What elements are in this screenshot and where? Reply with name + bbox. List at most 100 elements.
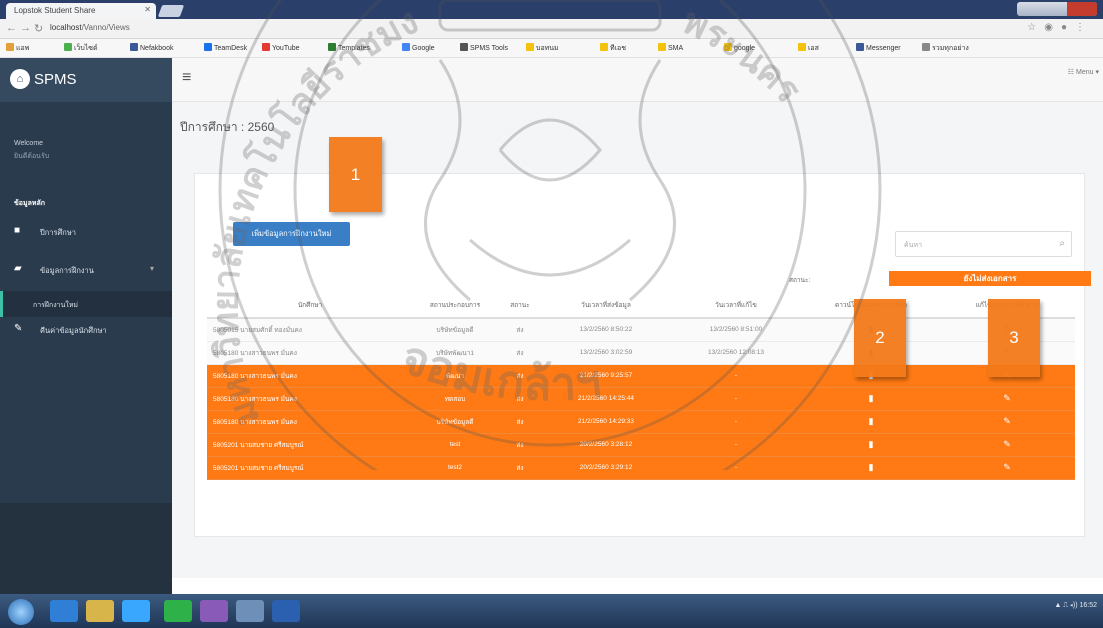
- url-field[interactable]: localhost/Vanno/Views: [50, 22, 940, 36]
- file-download-icon[interactable]: ▮: [869, 393, 874, 403]
- bookmark-item[interactable]: Messenger: [856, 43, 901, 52]
- start-button[interactable]: [8, 599, 34, 625]
- company-link[interactable]: test2: [413, 456, 497, 480]
- student-cell: 5805201 นายสมชาย ศรีสมบูรณ์: [207, 433, 413, 457]
- status-cell: ส่ง: [497, 341, 543, 365]
- company-link[interactable]: พัฒนา: [413, 364, 497, 388]
- company-link[interactable]: ทดสอบ: [413, 387, 497, 411]
- column-header[interactable]: สถานะ: [497, 292, 543, 319]
- column-header[interactable]: วันเวลาที่แก้ไข: [669, 292, 803, 319]
- edited-cell: -: [669, 456, 803, 480]
- browser-tab[interactable]: Lopstok Student Share ✕: [6, 3, 156, 19]
- sidebar-item-internship[interactable]: ▰ ข้อมูลการฝึกงาน ▾: [0, 256, 172, 282]
- back-icon[interactable]: ←: [6, 22, 17, 34]
- bookmark-item[interactable]: Templates: [328, 43, 370, 52]
- extensions-icons[interactable]: ☆◉●⋮: [1027, 22, 1093, 33]
- bookmark-item[interactable]: เว็บไซต์: [64, 43, 98, 54]
- chrome-icon[interactable]: [122, 600, 150, 622]
- status-legend-badge: ยังไม่ส่งเอกสาร: [889, 271, 1091, 286]
- word-icon[interactable]: [272, 600, 300, 622]
- window-close-button[interactable]: [1067, 2, 1097, 16]
- sidebar-item-academic-year[interactable]: ■ ปีการศึกษา: [0, 218, 172, 244]
- student-cell: 5805180 นางสาวธนพร มั่นคง: [207, 387, 413, 411]
- company-link[interactable]: test: [413, 433, 497, 457]
- add-internship-button[interactable]: เพิ่มข้อมูลการฝึกงานใหม่: [233, 222, 350, 246]
- edited-cell: 13/2/2560 12:08:13: [669, 341, 803, 365]
- bookmark-item[interactable]: เอส: [798, 43, 819, 54]
- folder-icon: ▰: [14, 263, 22, 274]
- address-bar: ← → ↻ localhost/Vanno/Views ☆◉●⋮: [0, 19, 1103, 39]
- column-header[interactable]: สถานประกอบการ: [413, 292, 497, 319]
- bookmark-item[interactable]: Nefakbook: [130, 43, 173, 52]
- brand-title: SPMS: [34, 71, 77, 88]
- sidebar-item-restore[interactable]: ✎ คืนค่าข้อมูลนักศึกษา: [0, 316, 172, 342]
- edit-cell: ✎: [939, 433, 1075, 457]
- line-icon[interactable]: [164, 600, 192, 622]
- company-link[interactable]: บริษัทข้อมูลดี: [413, 410, 497, 434]
- bookmark-favicon-icon: [402, 43, 410, 51]
- status-cell: ส่ง: [497, 318, 543, 342]
- file-download-icon[interactable]: ▮: [869, 462, 874, 472]
- forward-icon[interactable]: →: [20, 22, 31, 34]
- column-header[interactable]: นักศึกษา: [207, 292, 413, 319]
- bookmark-icon: ■: [14, 225, 21, 236]
- file-download-icon[interactable]: ▮: [869, 439, 874, 449]
- new-tab-button[interactable]: [157, 5, 185, 17]
- bookmark-item[interactable]: YouTube: [262, 43, 300, 52]
- bookmark-favicon-icon: [526, 43, 534, 51]
- folder-icon[interactable]: [86, 600, 114, 622]
- student-cell: 5805015 นายสมศักดิ์ ทองมั่นคง: [207, 318, 413, 342]
- company-link[interactable]: บริษัทข้อมูลดี: [413, 318, 497, 342]
- submitted-cell: 21/2/2560 14:25:44: [543, 387, 669, 411]
- bookmark-item[interactable]: google: [724, 43, 755, 52]
- edit-icon[interactable]: ✎: [1003, 393, 1011, 403]
- status-cell: ส่ง: [497, 387, 543, 411]
- brand[interactable]: ⌂ SPMS: [0, 58, 172, 102]
- media-icon[interactable]: [200, 600, 228, 622]
- system-tray[interactable]: ▲ ⎍ ◂)) 16:52: [1054, 602, 1097, 610]
- download-cell: ▮: [803, 433, 939, 457]
- ie-icon[interactable]: [50, 600, 78, 622]
- bookmarks-bar: แอพ เว็บไซต์ Nefakbook TeamDesk YouTube Templ…: [0, 39, 1103, 58]
- search-icon[interactable]: ⌕: [1059, 238, 1065, 249]
- company-link[interactable]: บริษัทพัฒนา1: [413, 341, 497, 365]
- table-header-row: นักศึกษา สถานประกอบการ สถานะ วันเวลาที่ส…: [207, 292, 1075, 319]
- bookmark-item[interactable]: แอพ: [6, 43, 29, 54]
- bookmark-item[interactable]: SMA: [658, 43, 683, 52]
- close-icon[interactable]: ✕: [144, 5, 151, 14]
- windows-taskbar: ▲ ⎍ ◂)) 16:52: [0, 594, 1103, 628]
- callout-3: 3: [988, 299, 1040, 377]
- column-header[interactable]: วันเวลาที่ส่งข้อมูล: [543, 292, 669, 319]
- status-cell: ส่ง: [497, 410, 543, 434]
- hamburger-menu-icon[interactable]: ≡: [182, 70, 191, 86]
- bookmark-item[interactable]: SPMS Tools: [460, 43, 508, 52]
- legend-label: สถานะ:: [789, 277, 811, 284]
- bookmark-item[interactable]: Google: [402, 43, 435, 52]
- sidebar: ⌂ SPMS Welcome ยินดีต้อนรับ ข้อมูลหลัก ■…: [0, 58, 172, 594]
- student-cell: 5805180 นางสาวธนพร มั่นคง: [207, 341, 413, 365]
- bookmark-item[interactable]: ทีเอช: [600, 43, 626, 54]
- bookmark-item[interactable]: บอทนม: [526, 43, 559, 54]
- edit-icon[interactable]: ✎: [1003, 462, 1011, 472]
- edited-cell: -: [669, 364, 803, 388]
- edit-icon[interactable]: ✎: [1003, 439, 1011, 449]
- edit-icon[interactable]: ✎: [1003, 416, 1011, 426]
- footer: [172, 578, 1103, 594]
- table-row: 5805015 นายสมศักดิ์ ทองมั่นคง บริษัทข้อมู…: [207, 318, 1075, 342]
- student-cell: 5805180 นางสาวธนพร มั่นคง: [207, 410, 413, 434]
- submitted-cell: 13/2/2560 8:50:22: [543, 318, 669, 342]
- submitted-cell: 20/2/2560 3:28:12: [543, 433, 669, 457]
- search-input[interactable]: ค้นหา ⌕: [895, 231, 1072, 257]
- file-download-icon[interactable]: ▮: [869, 416, 874, 426]
- menu-dropdown[interactable]: ☷ Menu ▾: [1068, 68, 1099, 76]
- bookmark-item[interactable]: TeamDesk: [204, 43, 247, 52]
- internship-card: เพิ่มข้อมูลการฝึกงานใหม่ ค้นหา ⌕ สถานะ: …: [194, 173, 1091, 537]
- window-controls[interactable]: [1017, 2, 1097, 16]
- sidebar-footer: [0, 503, 172, 594]
- reload-icon[interactable]: ↻: [34, 22, 43, 35]
- app-icon[interactable]: [236, 600, 264, 622]
- status-cell: ส่ง: [497, 433, 543, 457]
- bookmark-item[interactable]: รวมทุกอย่าง: [922, 43, 969, 54]
- edited-cell: -: [669, 433, 803, 457]
- sidebar-item-new-internship[interactable]: การฝึกงานใหม่: [0, 291, 172, 317]
